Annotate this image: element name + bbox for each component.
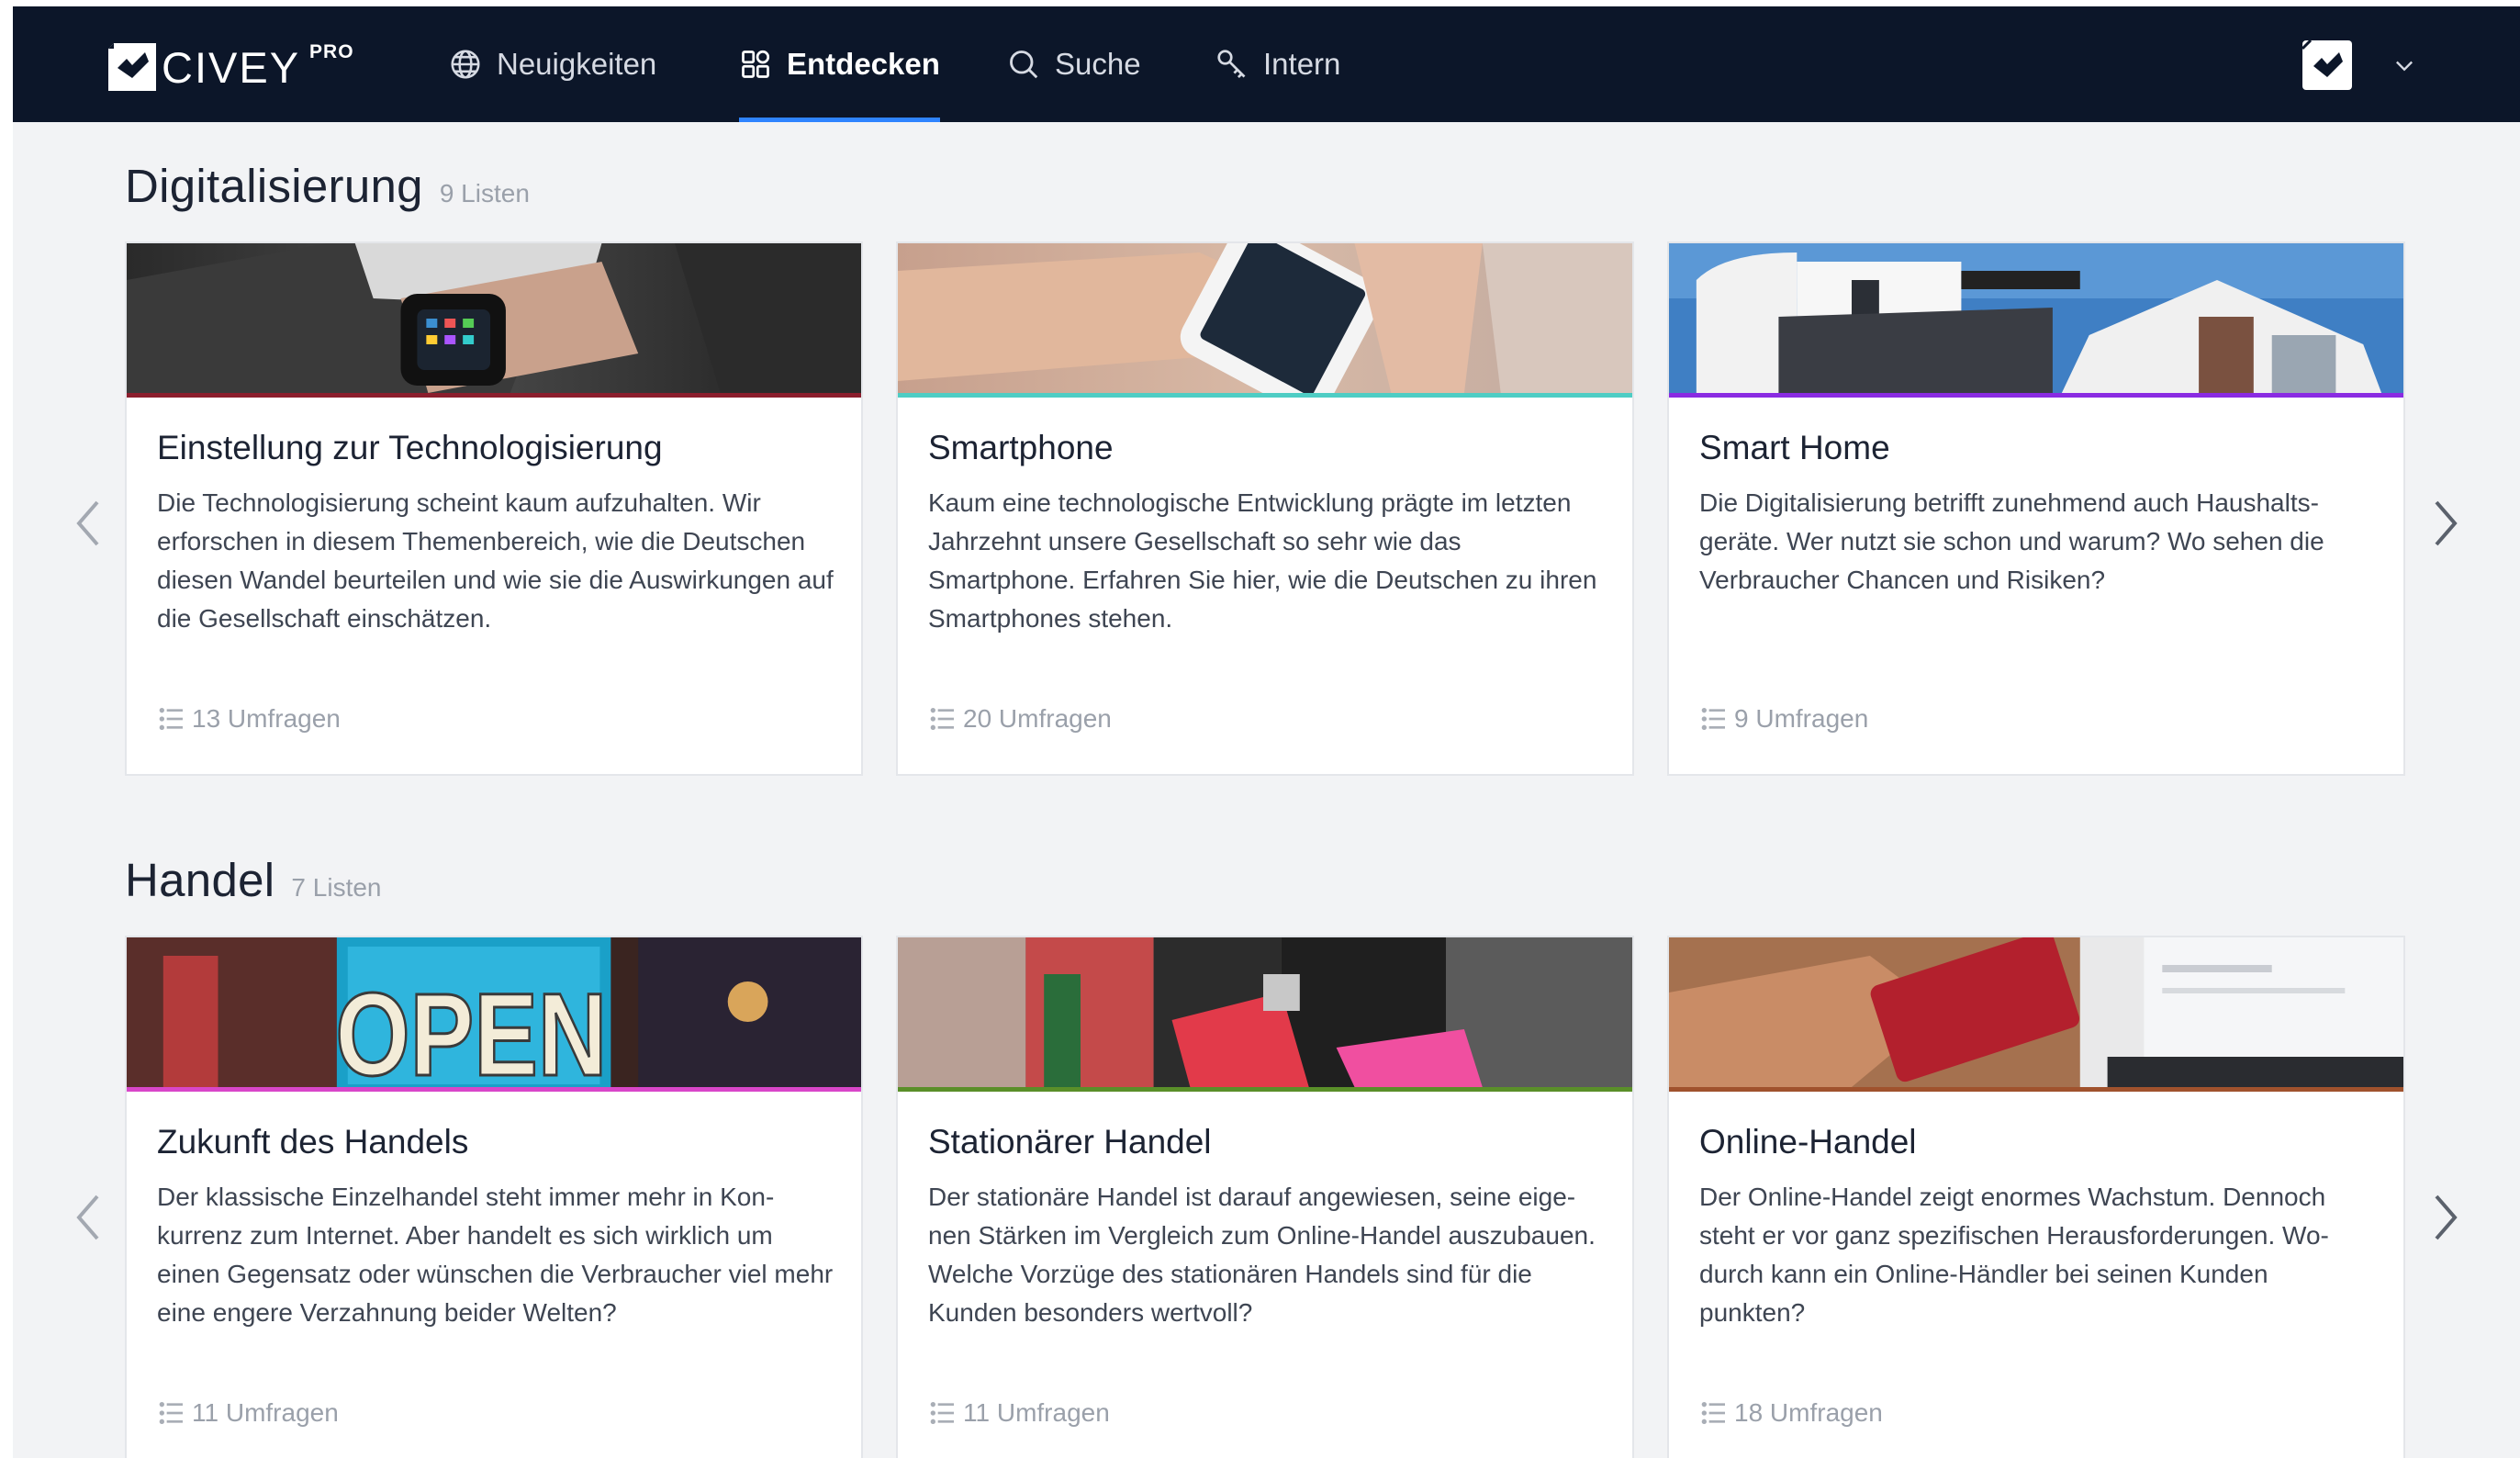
card-survey-count: 9 Umfragen: [1699, 704, 1868, 734]
avatar: [2302, 39, 2352, 90]
credit-card-photo: [1669, 937, 2403, 1087]
smartphone-photo: [898, 243, 1632, 393]
card-image: [898, 937, 1632, 1087]
card-image: [1669, 243, 2403, 393]
nav-item-label: Neuigkeiten: [497, 47, 657, 81]
card-accent-line: [127, 1087, 861, 1092]
carousel-next-arrow-icon[interactable]: [2427, 1185, 2464, 1250]
list-card-smartphone[interactable]: Smartphone Kaum eine technologische Entw…: [896, 241, 1634, 776]
list-icon: [1701, 708, 1725, 730]
card-description: Der Online-Handel zeigt enormes Wachstum…: [1699, 1183, 2329, 1327]
nav-item-entdecken[interactable]: Entdecken: [739, 6, 940, 122]
section-list-count: 9 Listen: [439, 179, 530, 207]
card-description: Der stationäre Handel ist darauf angewie…: [928, 1183, 1596, 1327]
card-title: Zukunft des Handels: [157, 1123, 469, 1161]
card-survey-count: 20 Umfragen: [928, 704, 1112, 734]
nav-item-intern[interactable]: Intern: [1215, 6, 1340, 122]
carousel-prev-arrow-icon[interactable]: [70, 491, 106, 555]
list-icon: [1701, 1402, 1725, 1424]
card-survey-count: 11 Umfragen: [157, 1398, 339, 1428]
card-title: Smartphone: [928, 429, 1114, 466]
grid-icon: [742, 50, 770, 78]
survey-count-label: 11 Umfragen: [963, 1398, 1110, 1427]
open-sign-photo: OPEN: [127, 937, 861, 1087]
card-description: Die Digitalisierung betrifft zunehmend a…: [1699, 488, 2324, 594]
list-card-online-handel[interactable]: Online-Handel Der Online-Handel zeigt en…: [1667, 936, 2405, 1458]
list-card-zukunft-des-handels[interactable]: OPEN Zukunft des Handels Der klassische …: [125, 936, 863, 1458]
nav-item-label: Entdecken: [787, 47, 940, 81]
list-card-technologisierung[interactable]: Einstellung zur Technologisierung Die Te…: [125, 241, 863, 776]
list-icon: [159, 1402, 183, 1424]
card-image: [1669, 937, 2403, 1087]
section-header: Handel 7 Listen: [125, 853, 382, 907]
list-card-smart-home[interactable]: Smart Home Die Digitalisierung betrifft …: [1667, 241, 2405, 776]
civey-logo-icon: [108, 43, 156, 91]
survey-count-label: 20 Umfragen: [963, 704, 1112, 733]
card-survey-count: 13 Umfragen: [157, 704, 341, 734]
card-description: Kaum eine technologische Entwicklung prä…: [928, 488, 1597, 633]
survey-count-label: 13 Umfragen: [192, 704, 341, 733]
carousel-prev-arrow-icon[interactable]: [70, 1185, 106, 1250]
card-image: OPEN: [127, 937, 861, 1087]
list-icon: [930, 1402, 954, 1424]
civey-logo[interactable]: CIVEY PRO: [108, 41, 354, 93]
card-title: Smart Home: [1699, 429, 1890, 466]
globe-icon: [451, 50, 480, 79]
smartwatch-photo: [127, 243, 861, 393]
survey-count-label: 18 Umfragen: [1734, 1398, 1883, 1427]
list-icon: [930, 708, 954, 730]
key-icon: [1217, 50, 1246, 79]
card-accent-line: [898, 1087, 1632, 1092]
card-survey-count: 18 Umfragen: [1699, 1398, 1883, 1428]
chevron-down-icon: [2396, 61, 2413, 72]
card-image: [127, 243, 861, 393]
card-title: Online-Handel: [1699, 1123, 1917, 1161]
nav-item-neuigkeiten[interactable]: Neuigkeiten: [449, 6, 656, 122]
card-accent-line: [127, 393, 861, 398]
card-image: [898, 243, 1632, 393]
section-handel: Handel 7 Listen OPEN Zukunft des Handels…: [13, 816, 2520, 1458]
open-sign-text: OPEN: [335, 969, 607, 1087]
card-survey-count: 11 Umfragen: [928, 1398, 1110, 1428]
search-icon: [1010, 50, 1038, 79]
card-accent-line: [1669, 393, 2403, 398]
card-description: Der klassische Einzelhandel steht immer …: [157, 1183, 834, 1327]
list-card-stationaerer-handel[interactable]: Stationärer Handel Der stationäre Handel…: [896, 936, 1634, 1458]
shopping-bags-photo: [898, 937, 1632, 1087]
carousel-next-arrow-icon[interactable]: [2427, 491, 2464, 555]
card-title: Stationärer Handel: [928, 1123, 1212, 1161]
nav-item-label: Intern: [1263, 47, 1341, 81]
section-title: Handel: [125, 854, 275, 906]
brand-name: CIVEY: [162, 42, 301, 92]
survey-count-label: 9 Umfragen: [1734, 704, 1869, 733]
survey-count-label: 11 Umfragen: [192, 1398, 339, 1427]
card-accent-line: [898, 393, 1632, 398]
section-title: Digitalisierung: [125, 160, 423, 212]
top-navigation-bar: CIVEY PRO Neuigkeiten Entdecken Suche In…: [13, 6, 2520, 122]
nav-item-suche[interactable]: Suche: [1007, 6, 1141, 122]
section-list-count: 7 Listen: [291, 873, 382, 902]
nav-item-label: Suche: [1055, 47, 1141, 81]
card-title: Einstellung zur Technologisierung: [157, 429, 663, 466]
section-digitalisierung: Digitalisierung 9 Listen Einstellung zur…: [13, 122, 2520, 820]
app-frame: CIVEY PRO Neuigkeiten Entdecken Suche In…: [13, 6, 2520, 1458]
user-menu[interactable]: [2302, 39, 2417, 91]
card-description: Die Technologisierung scheint kaum aufzu…: [157, 488, 834, 633]
list-icon: [159, 708, 183, 730]
brand-pro-badge: PRO: [309, 41, 354, 62]
card-accent-line: [1669, 1087, 2403, 1092]
section-header: Digitalisierung 9 Listen: [125, 159, 530, 213]
house-photo: [1669, 243, 2403, 393]
